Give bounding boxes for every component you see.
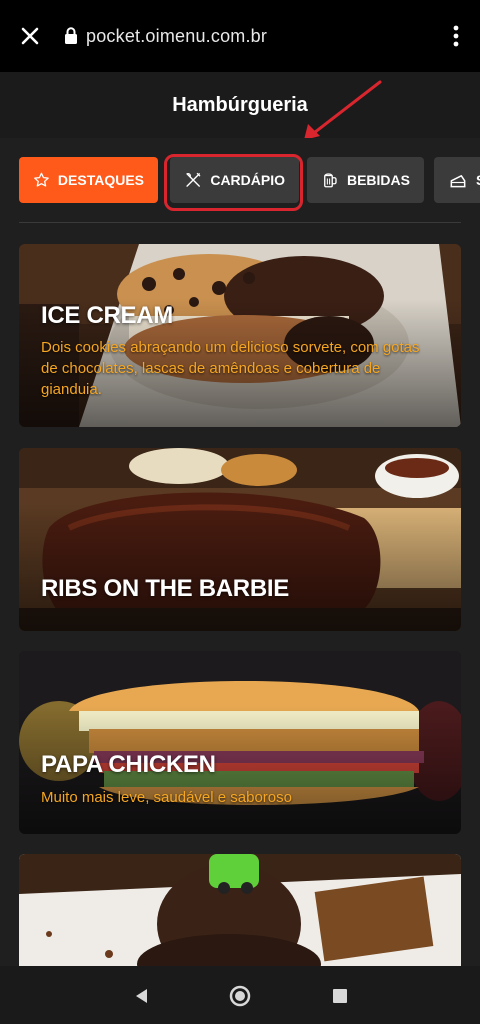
card-description: Dois cookies abraçando um delicioso sorv… [41,339,420,398]
page-header: Hambúrgueria [0,72,480,138]
menu-card-papa-chicken[interactable]: PAPA CHICKEN Muito mais leve, saudável e… [19,651,461,834]
tab-bebidas[interactable]: BEBIDAS [307,157,424,203]
tab-highlight-outline [164,154,303,211]
home-icon[interactable] [227,983,253,1009]
divider [19,222,461,223]
cake-icon [450,175,466,188]
lock-icon [60,0,82,72]
image-shade [19,448,461,631]
tab-sobremesas[interactable]: S [434,157,480,203]
card-title: RIBS ON THE BARBIE [41,575,289,602]
tab-label: S [476,172,480,188]
card-title: ICE CREAM [41,302,173,329]
more-menu-icon[interactable] [446,22,466,50]
card-title: PAPA CHICKEN [41,751,216,778]
content-area: DESTAQUES CARDÁPIO BEBIDAS S [0,138,480,966]
tab-label: DESTAQUES [57,172,144,188]
system-navbar [0,966,480,1024]
menu-card-ice-cream[interactable]: ICE CREAM Dois cookies abraçando um deli… [19,244,461,427]
recents-icon[interactable] [327,983,353,1009]
star-icon [34,172,49,187]
close-icon[interactable] [0,0,60,72]
menu-card-dessert[interactable] [19,854,461,966]
tab-destaques[interactable]: DESTAQUES [19,157,158,203]
dessert-image [19,854,461,966]
menu-card-ribs[interactable]: RIBS ON THE BARBIE [19,448,461,631]
beer-mug-icon [324,173,337,188]
card-description: Muito mais leve, saudável e saboroso [41,789,292,806]
browser-bar: pocket.oimenu.com.br [0,0,480,72]
annotation-arrow-icon [304,80,382,140]
page-title: Hambúrgueria [172,93,308,116]
url-text[interactable]: pocket.oimenu.com.br [86,26,267,47]
back-icon[interactable] [128,983,154,1009]
tab-label: BEBIDAS [346,172,410,188]
